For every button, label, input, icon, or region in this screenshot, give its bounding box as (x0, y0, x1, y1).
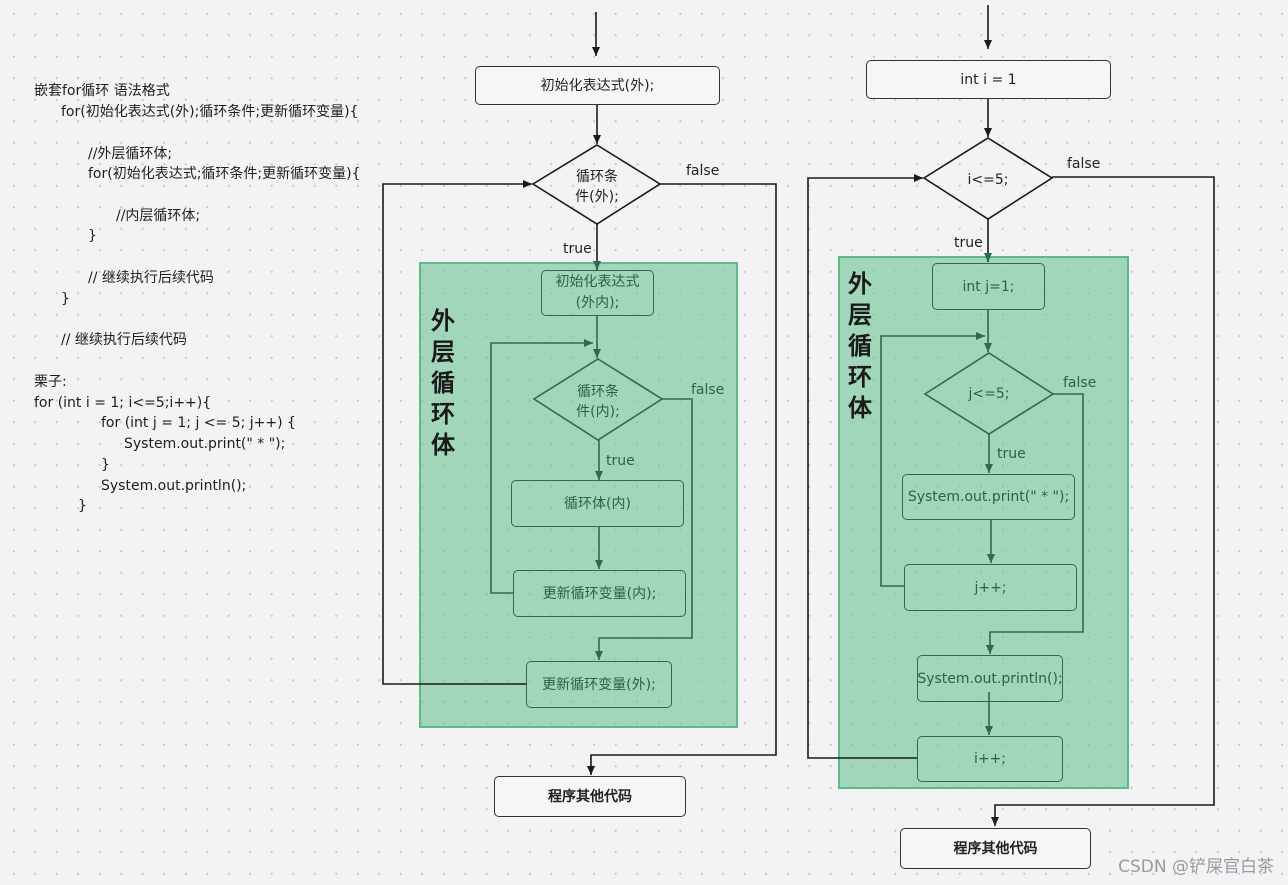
label-char: 循 (431, 368, 455, 397)
node-label: j++; (974, 579, 1007, 596)
panel-vertical-label: 外 层 循 环 体 (428, 305, 458, 460)
panel-vertical-label: 外 层 循 环 体 (845, 268, 875, 423)
edge-inner-false (986, 393, 1084, 654)
inner-true-label: true (997, 446, 1026, 462)
node-label: 更新循环变量(外); (542, 676, 656, 693)
node-init-j[interactable]: int j=1; (932, 263, 1045, 310)
label-char: 循 (848, 331, 872, 360)
node-label: 初始化表达式(外); (540, 77, 655, 94)
node-label: int j=1; (962, 278, 1015, 295)
edge-outer-loopback (807, 174, 923, 759)
false-label: false (686, 163, 720, 179)
node-cond-j-label[interactable]: j<=5; (949, 384, 1029, 404)
node-cond-outer-label[interactable]: 循环条 件(外); (557, 167, 637, 207)
edge-inner-false (595, 398, 693, 660)
connector-lines (382, 5, 1215, 826)
node-update-inner[interactable]: 更新循环变量(内); (513, 570, 686, 617)
label-char: 层 (431, 337, 455, 366)
node-after[interactable]: 程序其他代码 (494, 776, 686, 817)
label-line: (外内); (575, 295, 620, 311)
label-line: 循环条 (576, 169, 618, 185)
node-label: i++; (973, 751, 1007, 767)
node-init-inner[interactable]: 初始化表达式 (外内); (541, 270, 654, 316)
node-label: System.out.print(" * "); (907, 489, 1070, 505)
node-init-outer[interactable]: 初始化表达式(外); (475, 66, 720, 105)
edge-inner-loopback (880, 332, 985, 587)
label-char: 外 (848, 269, 872, 298)
node-label: 循环体(内) (564, 495, 631, 512)
label-line: 初始化表达式 (555, 274, 640, 290)
inner-false-label: false (1063, 375, 1097, 391)
label-line: 循环条 (577, 384, 619, 400)
true-label: true (563, 241, 592, 257)
node-label: System.out.println(); (917, 670, 1063, 687)
label-line: 件(内); (576, 404, 620, 420)
node-label: 程序其他代码 (548, 788, 632, 805)
node-cond-inner-label[interactable]: 循环条 件(内); (558, 382, 638, 422)
node-body-inner[interactable]: 循环体(内) (511, 480, 684, 527)
label-char: 体 (431, 430, 455, 459)
node-cond-i-label[interactable]: i<=5; (948, 170, 1028, 190)
node-after[interactable]: 程序其他代码 (900, 828, 1091, 869)
edge-inner-loopback (490, 339, 593, 594)
node-label: 更新循环变量(内); (542, 585, 657, 602)
watermark: CSDN @铲屎官白茶 (1118, 857, 1274, 877)
node-update-outer[interactable]: 更新循环变量(外); (526, 661, 672, 708)
node-print-star[interactable]: System.out.print(" * "); (902, 474, 1075, 520)
false-label: false (1067, 156, 1101, 172)
label-char: 环 (848, 362, 872, 391)
node-init-i[interactable]: int i = 1 (866, 60, 1111, 99)
node-i-increment[interactable]: i++; (917, 736, 1063, 782)
node-label: int i = 1 (960, 71, 1017, 88)
node-println[interactable]: System.out.println(); (917, 655, 1063, 702)
label-char: 层 (848, 300, 872, 329)
node-j-increment[interactable]: j++; (904, 564, 1077, 611)
inner-true-label: true (606, 453, 635, 469)
inner-false-label: false (691, 382, 725, 398)
label-char: 外 (431, 306, 455, 335)
label-line: 件(外); (575, 189, 619, 205)
node-label: 程序其他代码 (953, 840, 1038, 857)
true-label: true (954, 235, 983, 251)
label-char: 环 (431, 399, 455, 428)
label-char: 体 (848, 393, 872, 422)
